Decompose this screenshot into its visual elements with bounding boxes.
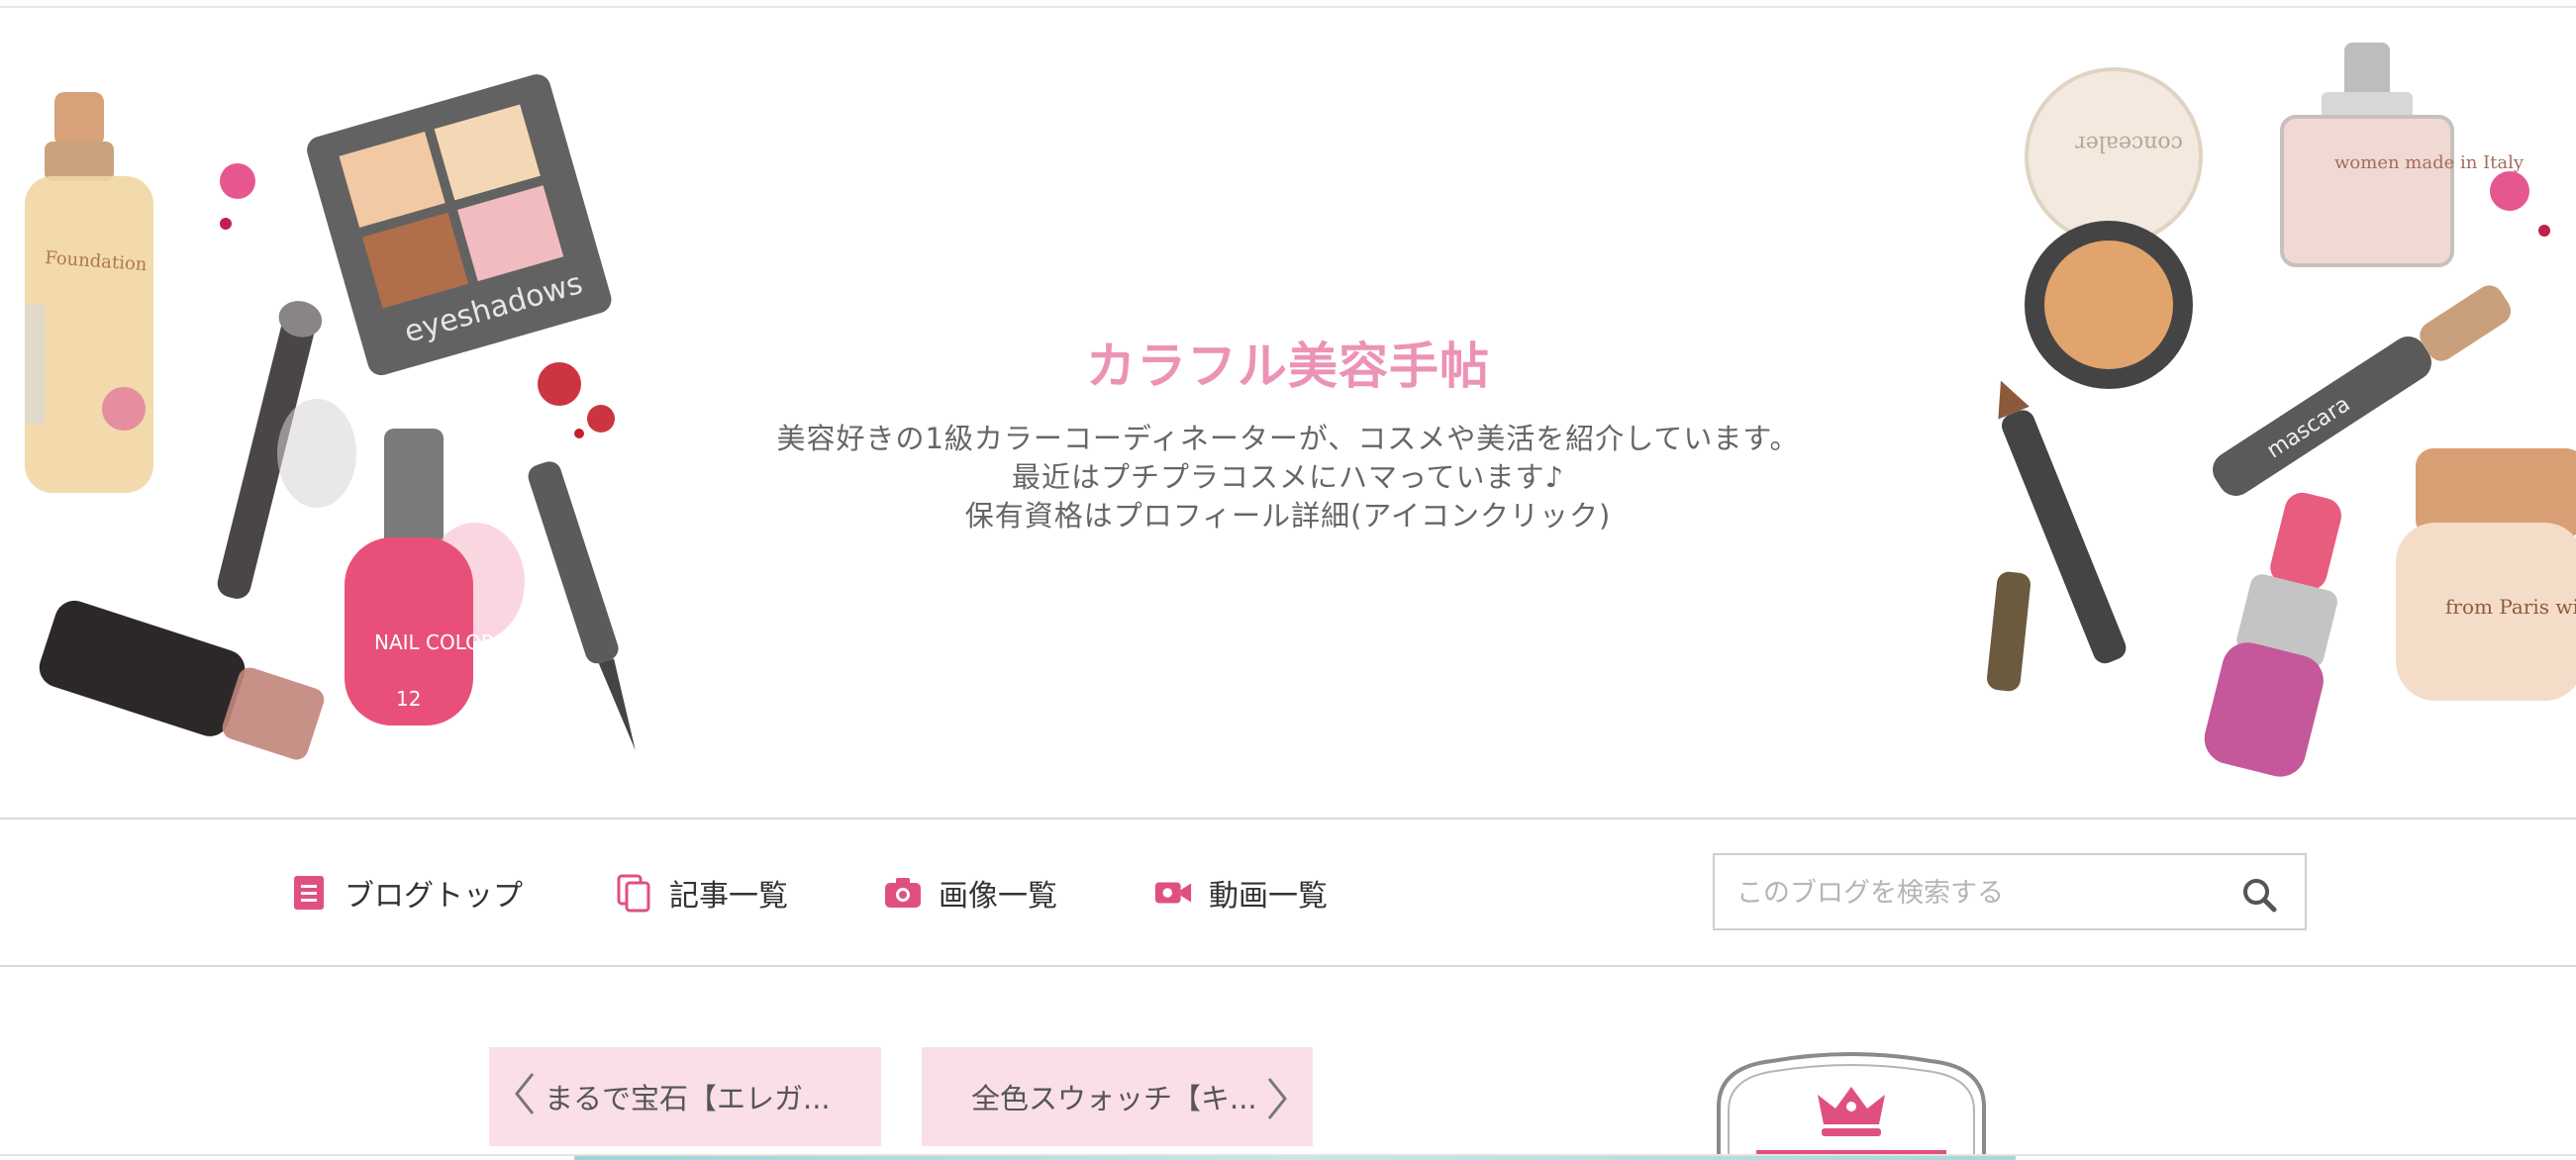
chevron-right-icon — [1265, 1077, 1289, 1127]
perfume-bottle-icon: women made in Italy — [2280, 43, 2525, 267]
previous-article-button[interactable]: まるで宝石【エレガ... — [489, 1047, 881, 1146]
nav-divider-bottom — [0, 965, 2576, 967]
copy-icon — [614, 873, 653, 913]
lipstick-pink-icon — [2204, 492, 2341, 777]
cosmetics-illustration-left: Foundation eyeshadows NAIL COLOR 12 — [25, 74, 636, 760]
nav-video-list-label: 動画一覧 — [1209, 879, 1328, 914]
svg-text:women made in Italy: women made in Italy — [2334, 152, 2525, 173]
next-article-button[interactable]: 全色スウォッチ【キ... — [922, 1047, 1313, 1146]
blog-search-box — [1713, 853, 2307, 930]
nav-blog-top[interactable]: ブログトップ — [289, 869, 523, 917]
search-icon[interactable] — [2239, 875, 2279, 915]
camera-icon — [883, 873, 923, 913]
nav-blog-top-label: ブログトップ — [345, 879, 523, 914]
nav-image-list[interactable]: 画像一覧 — [883, 869, 1057, 917]
ranking-badge[interactable] — [1713, 1047, 1990, 1160]
svg-text:NAIL COLOR: NAIL COLOR — [374, 630, 495, 654]
svg-text:from Paris with Love: from Paris with Love — [2445, 595, 2576, 619]
lipstick-black-icon — [39, 600, 325, 760]
article-header-strip — [574, 1156, 2016, 1160]
nav-image-list-label: 画像一覧 — [939, 879, 1057, 914]
previous-article-title: まるで宝石【エレガ... — [545, 1082, 831, 1115]
next-article-title: 全色スウォッチ【キ... — [971, 1082, 1257, 1115]
svg-text:12: 12 — [396, 687, 421, 711]
document-icon — [289, 873, 329, 913]
cream-jar-icon: from Paris with Love — [2396, 448, 2576, 701]
nav-article-list[interactable]: 記事一覧 — [614, 869, 788, 917]
cosmetics-illustration-right: concealer women made in Italy mascara fr… — [1987, 43, 2576, 777]
main-navigation: ブログトップ 記事一覧 画像一覧 動画一覧 このブログを検索する — [0, 820, 2576, 965]
blog-header: Foundation eyeshadows NAIL COLOR 12 カラフル… — [0, 8, 2576, 818]
nav-video-list[interactable]: 動画一覧 — [1153, 869, 1328, 917]
concealer-compact-icon: concealer — [2025, 67, 2203, 389]
svg-text:concealer: concealer — [2075, 131, 2183, 155]
nav-article-list-label: 記事一覧 — [669, 879, 788, 914]
chevron-left-icon — [513, 1072, 537, 1122]
search-input[interactable] — [1734, 855, 2233, 930]
video-icon — [1153, 873, 1193, 913]
